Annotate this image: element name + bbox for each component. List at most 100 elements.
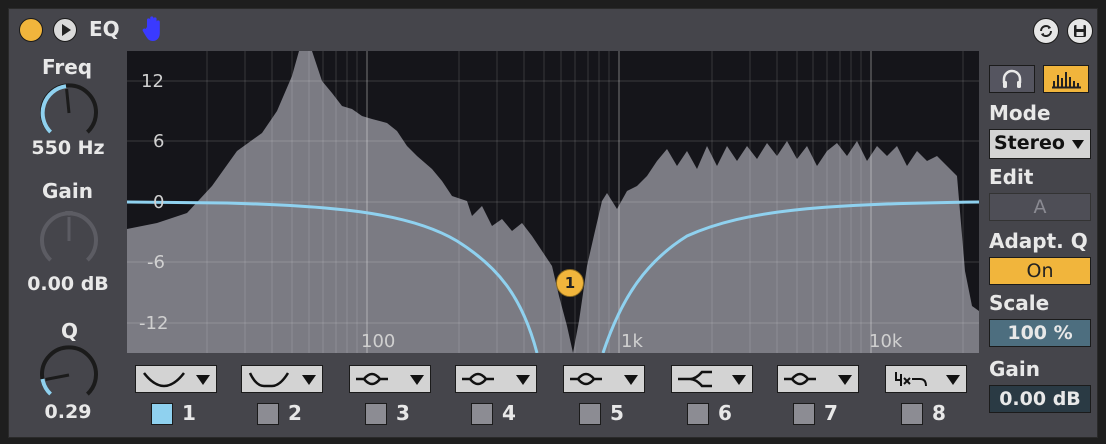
hand-icon[interactable] — [141, 15, 165, 43]
adapt-q-toggle[interactable]: On — [989, 257, 1091, 285]
gain-label: Gain — [42, 179, 94, 203]
output-gain-field[interactable]: 0.00 dB — [989, 385, 1091, 413]
device-power-button[interactable] — [19, 18, 43, 42]
y-tick-12: 12 — [141, 71, 164, 92]
chevron-down-icon — [946, 375, 960, 385]
audition-button[interactable] — [989, 65, 1035, 93]
band-7-filter-select[interactable] — [777, 365, 859, 393]
play-button[interactable] — [53, 18, 77, 42]
adapt-q-value: On — [1026, 260, 1054, 282]
right-panel: Mode Stereo Edit A Adapt. Q On Scale 100… — [983, 51, 1095, 435]
chevron-down-icon — [732, 375, 746, 385]
band-1-handle[interactable]: 1 — [556, 269, 584, 297]
band-1-handle-label: 1 — [564, 274, 576, 292]
spectrum-icon — [1052, 72, 1081, 89]
band-strip: 1 2 3 4 5 6 7 8 — [127, 359, 979, 435]
low-shelf-icon — [248, 372, 290, 388]
adapt-q-label: Adapt. Q — [989, 229, 1088, 253]
bell-icon — [356, 372, 388, 386]
band-4-number: 4 — [502, 401, 516, 425]
x-tick-100: 100 — [361, 331, 396, 352]
title-bar: EQ — [9, 9, 1097, 51]
band-5-filter-select[interactable] — [563, 365, 645, 393]
chevron-down-icon — [410, 375, 424, 385]
band-2: 2 — [233, 359, 333, 435]
q-label: Q — [61, 319, 79, 343]
band-5-number: 5 — [610, 401, 624, 425]
band-1-toggle[interactable] — [151, 403, 173, 425]
y-tick-minus-12: -12 — [139, 313, 169, 334]
freq-knob[interactable] — [37, 81, 101, 145]
band-1-number: 1 — [182, 401, 196, 425]
output-gain-value: 0.00 dB — [999, 388, 1081, 410]
bell-icon — [570, 372, 602, 386]
band-8-number: 8 — [932, 401, 946, 425]
x-tick-10k: 10k — [869, 331, 903, 352]
band-2-toggle[interactable] — [257, 403, 279, 425]
band-3-toggle[interactable] — [365, 403, 387, 425]
freq-label: Freq — [42, 55, 93, 79]
hot-swap-button[interactable] — [1033, 18, 1059, 44]
bell-icon — [784, 372, 816, 386]
chevron-down-icon — [1072, 140, 1084, 149]
band-6-filter-select[interactable] — [671, 365, 753, 393]
band-5: 5 — [555, 359, 655, 435]
band-7: 7 — [769, 359, 869, 435]
spectrum-graph — [127, 51, 979, 353]
edit-label: Edit — [989, 165, 1034, 189]
edit-button[interactable]: A — [989, 193, 1091, 221]
q-value[interactable]: 0.29 — [9, 401, 127, 423]
band-4-filter-select[interactable] — [455, 365, 537, 393]
4x-filter-icon — [895, 372, 927, 387]
high-shelf-icon — [678, 370, 712, 388]
band-1: 1 — [127, 359, 227, 435]
scale-value: 100 % — [1007, 322, 1073, 344]
y-tick-0: 0 — [153, 192, 165, 213]
band-8-filter-select[interactable] — [885, 365, 967, 393]
band-3-filter-select[interactable] — [349, 365, 431, 393]
mode-label: Mode — [989, 101, 1051, 125]
save-preset-button[interactable] — [1067, 18, 1093, 44]
band-7-toggle[interactable] — [793, 403, 815, 425]
chevron-down-icon — [302, 375, 316, 385]
analyzer-toggle[interactable] — [1043, 65, 1089, 93]
output-gain-label: Gain — [989, 357, 1041, 381]
q-knob[interactable] — [37, 343, 101, 407]
band-6: 6 — [663, 359, 763, 435]
band-2-number: 2 — [288, 401, 302, 425]
band-6-number: 6 — [718, 401, 732, 425]
bell-icon — [462, 372, 494, 386]
band-3-number: 3 — [396, 401, 410, 425]
chevron-down-icon — [838, 375, 852, 385]
scale-field[interactable]: 100 % — [989, 319, 1091, 347]
device-title: EQ — [89, 17, 120, 41]
gain-value[interactable]: 0.00 dB — [9, 273, 127, 295]
band-6-toggle[interactable] — [687, 403, 709, 425]
mode-select[interactable]: Stereo — [989, 129, 1091, 159]
low-cut-icon — [143, 372, 185, 388]
refresh-icon — [1040, 25, 1052, 37]
band-7-number: 7 — [824, 401, 838, 425]
band-1-filter-select[interactable] — [135, 365, 217, 393]
eq-display[interactable]: 12 6 0 -6 -12 100 1k 10k 1 — [127, 51, 979, 353]
chevron-down-icon — [196, 375, 210, 385]
headphones-icon — [1002, 69, 1022, 88]
edit-value: A — [1033, 196, 1047, 218]
chevron-down-icon — [516, 375, 530, 385]
mode-value: Stereo — [994, 132, 1065, 154]
band-4-toggle[interactable] — [471, 403, 493, 425]
band-3: 3 — [341, 359, 441, 435]
scale-label: Scale — [989, 291, 1050, 315]
eq-device: EQ Freq 550 Hz Gain 0.00 dB Q 0.29 12 6 … — [8, 8, 1098, 438]
x-tick-1k: 1k — [621, 331, 643, 352]
band-2-filter-select[interactable] — [241, 365, 323, 393]
band-8-toggle[interactable] — [901, 403, 923, 425]
band-8: 8 — [877, 359, 977, 435]
freq-value[interactable]: 550 Hz — [9, 137, 127, 159]
y-tick-minus-6: -6 — [147, 252, 165, 273]
save-icon — [1074, 25, 1086, 37]
band-5-toggle[interactable] — [579, 403, 601, 425]
chevron-down-icon — [624, 375, 638, 385]
gain-knob[interactable] — [37, 209, 101, 273]
y-tick-6: 6 — [153, 131, 165, 152]
